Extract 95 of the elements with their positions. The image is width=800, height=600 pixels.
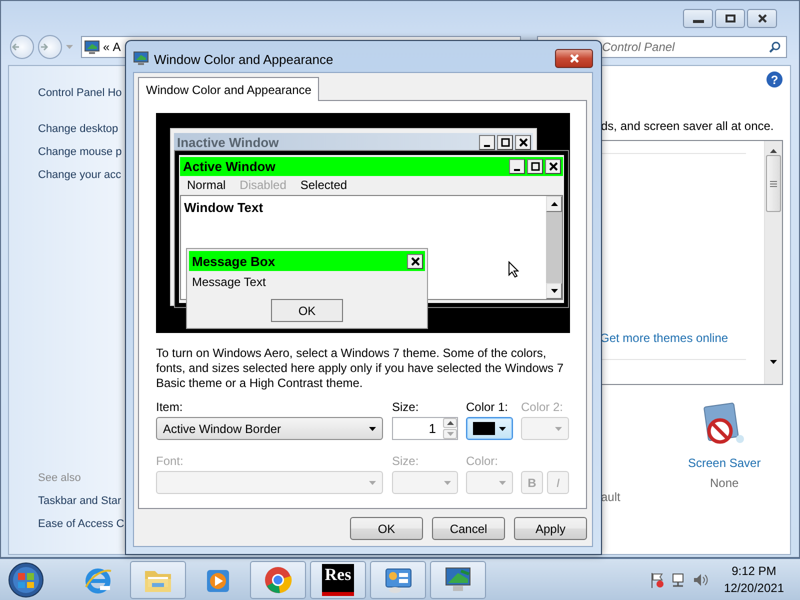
sidebar-link[interactable]: Change your acc [38, 164, 122, 187]
maximize-button[interactable] [497, 135, 513, 150]
apply-button[interactable]: Apply [514, 517, 587, 540]
close-icon [410, 256, 420, 266]
minimize-icon [514, 169, 520, 171]
desktop-background-caption: ault [601, 490, 620, 504]
caret-icon [369, 480, 376, 484]
help-button[interactable]: ? [766, 71, 784, 88]
field-label: Color 1: [466, 399, 510, 416]
taskbar-button[interactable] [250, 560, 306, 598]
scroll-down-icon[interactable] [770, 360, 778, 364]
clock-time: 9:12 PM [732, 562, 776, 580]
window-title: Active Window [183, 159, 276, 174]
item-dropdown[interactable]: Active Window Border [156, 417, 383, 440]
display-settings-icon [133, 51, 149, 66]
close-button[interactable] [545, 159, 561, 174]
maximize-button[interactable] [715, 9, 745, 28]
caret-icon [499, 426, 506, 430]
close-icon [568, 54, 580, 64]
taskbar-button[interactable] [370, 560, 426, 598]
sidebar-link[interactable]: Taskbar and Star [38, 490, 122, 513]
field-label: Color 2: [521, 399, 564, 416]
app-logo: Res [322, 564, 354, 596]
clock[interactable]: 9:12 PM 12/20/2021 [724, 562, 784, 596]
grip-icon [770, 180, 778, 186]
minimize-icon [484, 145, 490, 147]
caret-icon [499, 480, 506, 484]
caret-icon [444, 480, 451, 484]
minimize-button[interactable] [479, 135, 495, 150]
close-icon [756, 14, 768, 24]
scroll-up-icon [550, 202, 558, 206]
bold-button: B [521, 471, 543, 494]
field-label: Color: [466, 453, 500, 470]
clock-date: 12/20/2021 [724, 580, 784, 596]
caret-icon [555, 426, 562, 430]
ok-button[interactable]: OK [350, 517, 423, 540]
caret-icon [369, 426, 376, 430]
back-arrow-icon [11, 42, 21, 52]
forward-arrow-icon [39, 42, 49, 52]
screen-saver-tile[interactable]: Screen Saver None [674, 401, 774, 504]
message-text: Message Text [191, 274, 267, 291]
close-icon [548, 162, 558, 171]
field-label: Size: [392, 399, 420, 416]
taskbar-button[interactable] [430, 560, 486, 598]
sidebar-link[interactable]: Ease of Access C [38, 513, 124, 536]
sidebar-link[interactable]: Change mouse p [38, 141, 122, 164]
screen-saver-label: Screen Saver [688, 455, 761, 471]
field-label: Font: [156, 453, 184, 470]
close-button[interactable] [747, 9, 777, 28]
round-browser-icon [263, 564, 293, 594]
minimize-icon [692, 20, 704, 23]
sidebar-link[interactable]: Control Panel Ho [38, 82, 122, 105]
scroll-down-icon [550, 289, 558, 293]
scrollbar[interactable] [764, 141, 782, 384]
size-value: 1 [428, 421, 437, 436]
close-button[interactable] [555, 49, 593, 68]
maximize-icon [500, 138, 510, 147]
spin-up-icon[interactable] [446, 421, 454, 425]
search-icon [769, 41, 781, 53]
volume-icon[interactable] [692, 572, 708, 588]
screen-saver-value: None [710, 475, 739, 491]
network-icon[interactable] [670, 572, 686, 588]
close-button[interactable] [407, 254, 423, 268]
scrollbar-thumb[interactable] [766, 155, 782, 212]
start-button[interactable] [8, 562, 44, 598]
tab[interactable]: Window Color and Appearance [138, 77, 320, 101]
description-text: ds, and screen saver all at once. [601, 118, 775, 134]
ok-button[interactable]: OK [271, 299, 343, 322]
breadcrumb-chevron: « [103, 40, 110, 54]
mouse-pointer-icon [508, 261, 519, 278]
dialog-title: Window Color and Appearance [154, 52, 334, 67]
field-label: Size: [392, 453, 420, 470]
maximize-button[interactable] [527, 159, 543, 174]
maximize-icon [530, 162, 540, 171]
scroll-up-icon[interactable] [770, 149, 778, 153]
color-picker[interactable] [466, 417, 513, 440]
maximize-icon [724, 14, 736, 24]
minimize-button[interactable] [509, 159, 525, 174]
flag-icon[interactable] [650, 572, 664, 588]
close-button[interactable] [515, 135, 531, 150]
monitor-icon [84, 40, 100, 54]
message-box-title: Message Box [192, 254, 276, 268]
field-label: Item: [156, 399, 184, 416]
cancel-button[interactable]: Cancel [432, 517, 505, 540]
window-title: Inactive Window [177, 135, 280, 150]
description-text: To turn on Windows Aero, select a Windows 7 theme. Some of the colors, fonts, and sizes selected here apply only if you have selected the Windows 7 Basic theme or a High Contrast theme. [156, 346, 565, 391]
taskbar-button[interactable]: Res [310, 560, 366, 598]
breadcrumb-text: A [112, 40, 121, 54]
size-spinbox[interactable]: 1 [392, 417, 458, 440]
see-also-heading: See also [38, 471, 81, 486]
italic-button: I [547, 471, 569, 494]
close-icon [518, 138, 528, 147]
minimize-button[interactable] [683, 9, 713, 28]
window-text: Window Text [184, 200, 264, 215]
sidebar-link[interactable]: Change desktop [38, 118, 118, 141]
